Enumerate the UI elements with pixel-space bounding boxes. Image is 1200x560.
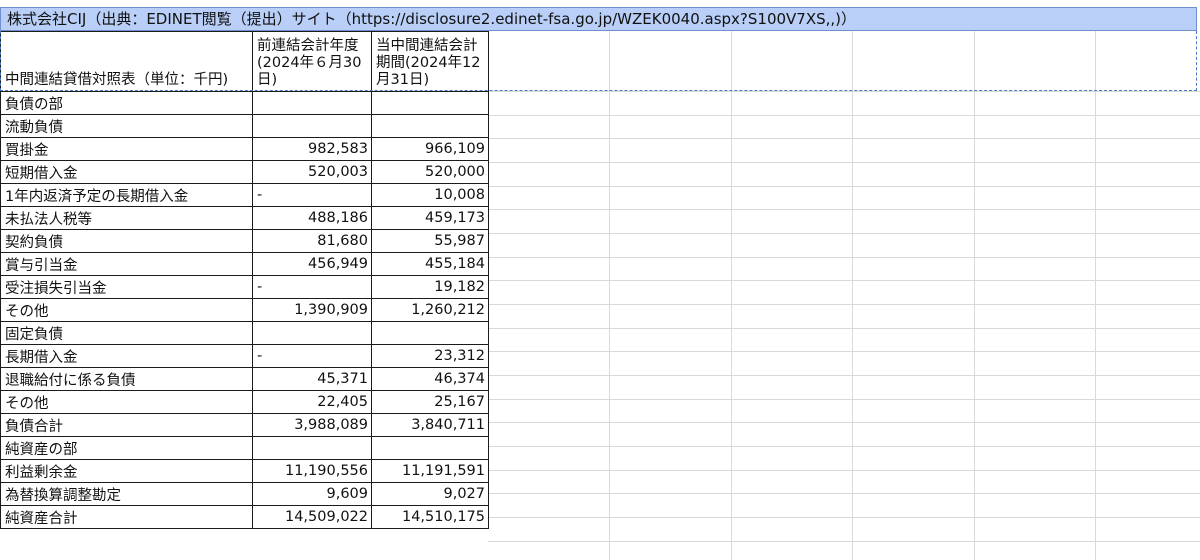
table-row: 負債の部 — [0, 91, 489, 115]
table-row: 1年内返済予定の長期借入金 -10,008 — [0, 183, 489, 207]
row-label-cell[interactable]: 賞与引当金 — [0, 252, 253, 276]
previous-year-value-cell[interactable]: 11,190,556 — [252, 459, 372, 483]
row-label-cell[interactable]: 未払法人税等 — [0, 206, 253, 230]
previous-year-value-cell[interactable]: 982,583 — [252, 137, 372, 161]
current-period-value-cell[interactable]: 11,191,591 — [371, 459, 489, 483]
sheet-title-cell[interactable]: 株式会社CIJ（出典：EDINET閲覧（提出）サイト（https://discl… — [0, 7, 1197, 31]
row-label-cell[interactable]: 契約負債 — [0, 229, 253, 253]
header-cell-item[interactable]: 中間連結貸借対照表（単位：千円) — [0, 31, 253, 92]
current-period-value-cell[interactable]: 1,260,212 — [371, 298, 489, 322]
table-row: 受注損失引当金 -19,182 — [0, 275, 489, 299]
table-row: 賞与引当金 456,949 455,184 — [0, 252, 489, 276]
previous-year-value-cell[interactable] — [252, 436, 372, 460]
previous-year-value-cell[interactable] — [252, 91, 372, 115]
table-row: 純資産合計 14,509,022 14,510,175 — [0, 505, 489, 529]
table-row: 利益剰余金 11,190,556 11,191,591 — [0, 459, 489, 483]
current-period-value-cell[interactable]: 19,182 — [371, 275, 489, 299]
current-period-value-cell[interactable]: 9,027 — [371, 482, 489, 506]
row-label-cell[interactable]: その他 — [0, 298, 253, 322]
previous-year-value-cell[interactable]: - — [252, 275, 372, 299]
table-row: 為替換算調整勘定 9,609 9,027 — [0, 482, 489, 506]
row-label-cell[interactable]: 負債合計 — [0, 413, 253, 437]
row-label-cell[interactable]: 長期借入金 — [0, 344, 253, 368]
previous-year-value-cell[interactable]: - — [252, 344, 372, 368]
current-period-value-cell[interactable]: 520,000 — [371, 160, 489, 184]
current-period-value-cell[interactable]: 23,312 — [371, 344, 489, 368]
previous-year-value-cell[interactable]: - — [252, 183, 372, 207]
row-label-cell[interactable]: 負債の部 — [0, 91, 253, 115]
current-period-value-cell[interactable]: 3,840,711 — [371, 413, 489, 437]
table-row: その他 1,390,909 1,260,212 — [0, 298, 489, 322]
table-row: 退職給付に係る負債 45,371 46,374 — [0, 367, 489, 391]
previous-year-value-cell[interactable]: 14,509,022 — [252, 505, 372, 529]
table-row: 未払法人税等 488,186 459,173 — [0, 206, 489, 230]
previous-year-value-cell[interactable]: 520,003 — [252, 160, 372, 184]
header-cell-previous-year[interactable]: 前連結会計年度(2024年６月30日) — [252, 31, 372, 92]
table-row: 長期借入金 -23,312 — [0, 344, 489, 368]
row-label-cell[interactable]: 短期借入金 — [0, 160, 253, 184]
row-label-cell[interactable]: 受注損失引当金 — [0, 275, 253, 299]
table-row: 短期借入金 520,003 520,000 — [0, 160, 489, 184]
table-row: 負債合計 3,988,089 3,840,711 — [0, 413, 489, 437]
current-period-value-cell[interactable]: 455,184 — [371, 252, 489, 276]
table-row: その他 22,405 25,167 — [0, 390, 489, 414]
row-label-cell[interactable]: 為替換算調整勘定 — [0, 482, 253, 506]
previous-year-value-cell[interactable]: 3,988,089 — [252, 413, 372, 437]
row-label-cell[interactable]: 1年内返済予定の長期借入金 — [0, 183, 253, 207]
previous-year-value-cell[interactable]: 81,680 — [252, 229, 372, 253]
row-label-cell[interactable]: 退職給付に係る負債 — [0, 367, 253, 391]
previous-year-value-cell[interactable]: 45,371 — [252, 367, 372, 391]
current-period-value-cell[interactable]: 25,167 — [371, 390, 489, 414]
current-period-value-cell[interactable]: 14,510,175 — [371, 505, 489, 529]
row-label-cell[interactable]: 流動負債 — [0, 114, 253, 138]
table-row: 契約負債 81,680 55,987 — [0, 229, 489, 253]
row-label-cell[interactable]: 純資産合計 — [0, 505, 253, 529]
row-label-cell[interactable]: 純資産の部 — [0, 436, 253, 460]
current-period-value-cell[interactable]: 10,008 — [371, 183, 489, 207]
table-row: 買掛金 982,583 966,109 — [0, 137, 489, 161]
row-label-cell[interactable]: 利益剰余金 — [0, 459, 253, 483]
current-period-value-cell[interactable] — [371, 436, 489, 460]
current-period-value-cell[interactable] — [371, 114, 489, 138]
table-row: 固定負債 — [0, 321, 489, 345]
previous-year-value-cell[interactable] — [252, 114, 372, 138]
previous-year-value-cell[interactable]: 456,949 — [252, 252, 372, 276]
row-label-cell[interactable]: 固定負債 — [0, 321, 253, 345]
previous-year-value-cell[interactable] — [252, 321, 372, 345]
balance-sheet-table: 中間連結貸借対照表（単位：千円) 前連結会計年度(2024年６月30日) 当中間… — [0, 31, 489, 529]
previous-year-value-cell[interactable]: 9,609 — [252, 482, 372, 506]
current-period-value-cell[interactable]: 966,109 — [371, 137, 489, 161]
current-period-value-cell[interactable]: 46,374 — [371, 367, 489, 391]
current-period-value-cell[interactable]: 459,173 — [371, 206, 489, 230]
table-row: 純資産の部 — [0, 436, 489, 460]
table-row: 流動負債 — [0, 114, 489, 138]
row-label-cell[interactable]: 買掛金 — [0, 137, 253, 161]
previous-year-value-cell[interactable]: 1,390,909 — [252, 298, 372, 322]
current-period-value-cell[interactable]: 55,987 — [371, 229, 489, 253]
header-cell-current-period[interactable]: 当中間連結会計期間(2024年12月31日) — [371, 31, 489, 92]
previous-year-value-cell[interactable]: 488,186 — [252, 206, 372, 230]
previous-year-value-cell[interactable]: 22,405 — [252, 390, 372, 414]
current-period-value-cell[interactable] — [371, 91, 489, 115]
row-label-cell[interactable]: その他 — [0, 390, 253, 414]
header-row: 中間連結貸借対照表（単位：千円) 前連結会計年度(2024年６月30日) 当中間… — [0, 31, 489, 92]
current-period-value-cell[interactable] — [371, 321, 489, 345]
